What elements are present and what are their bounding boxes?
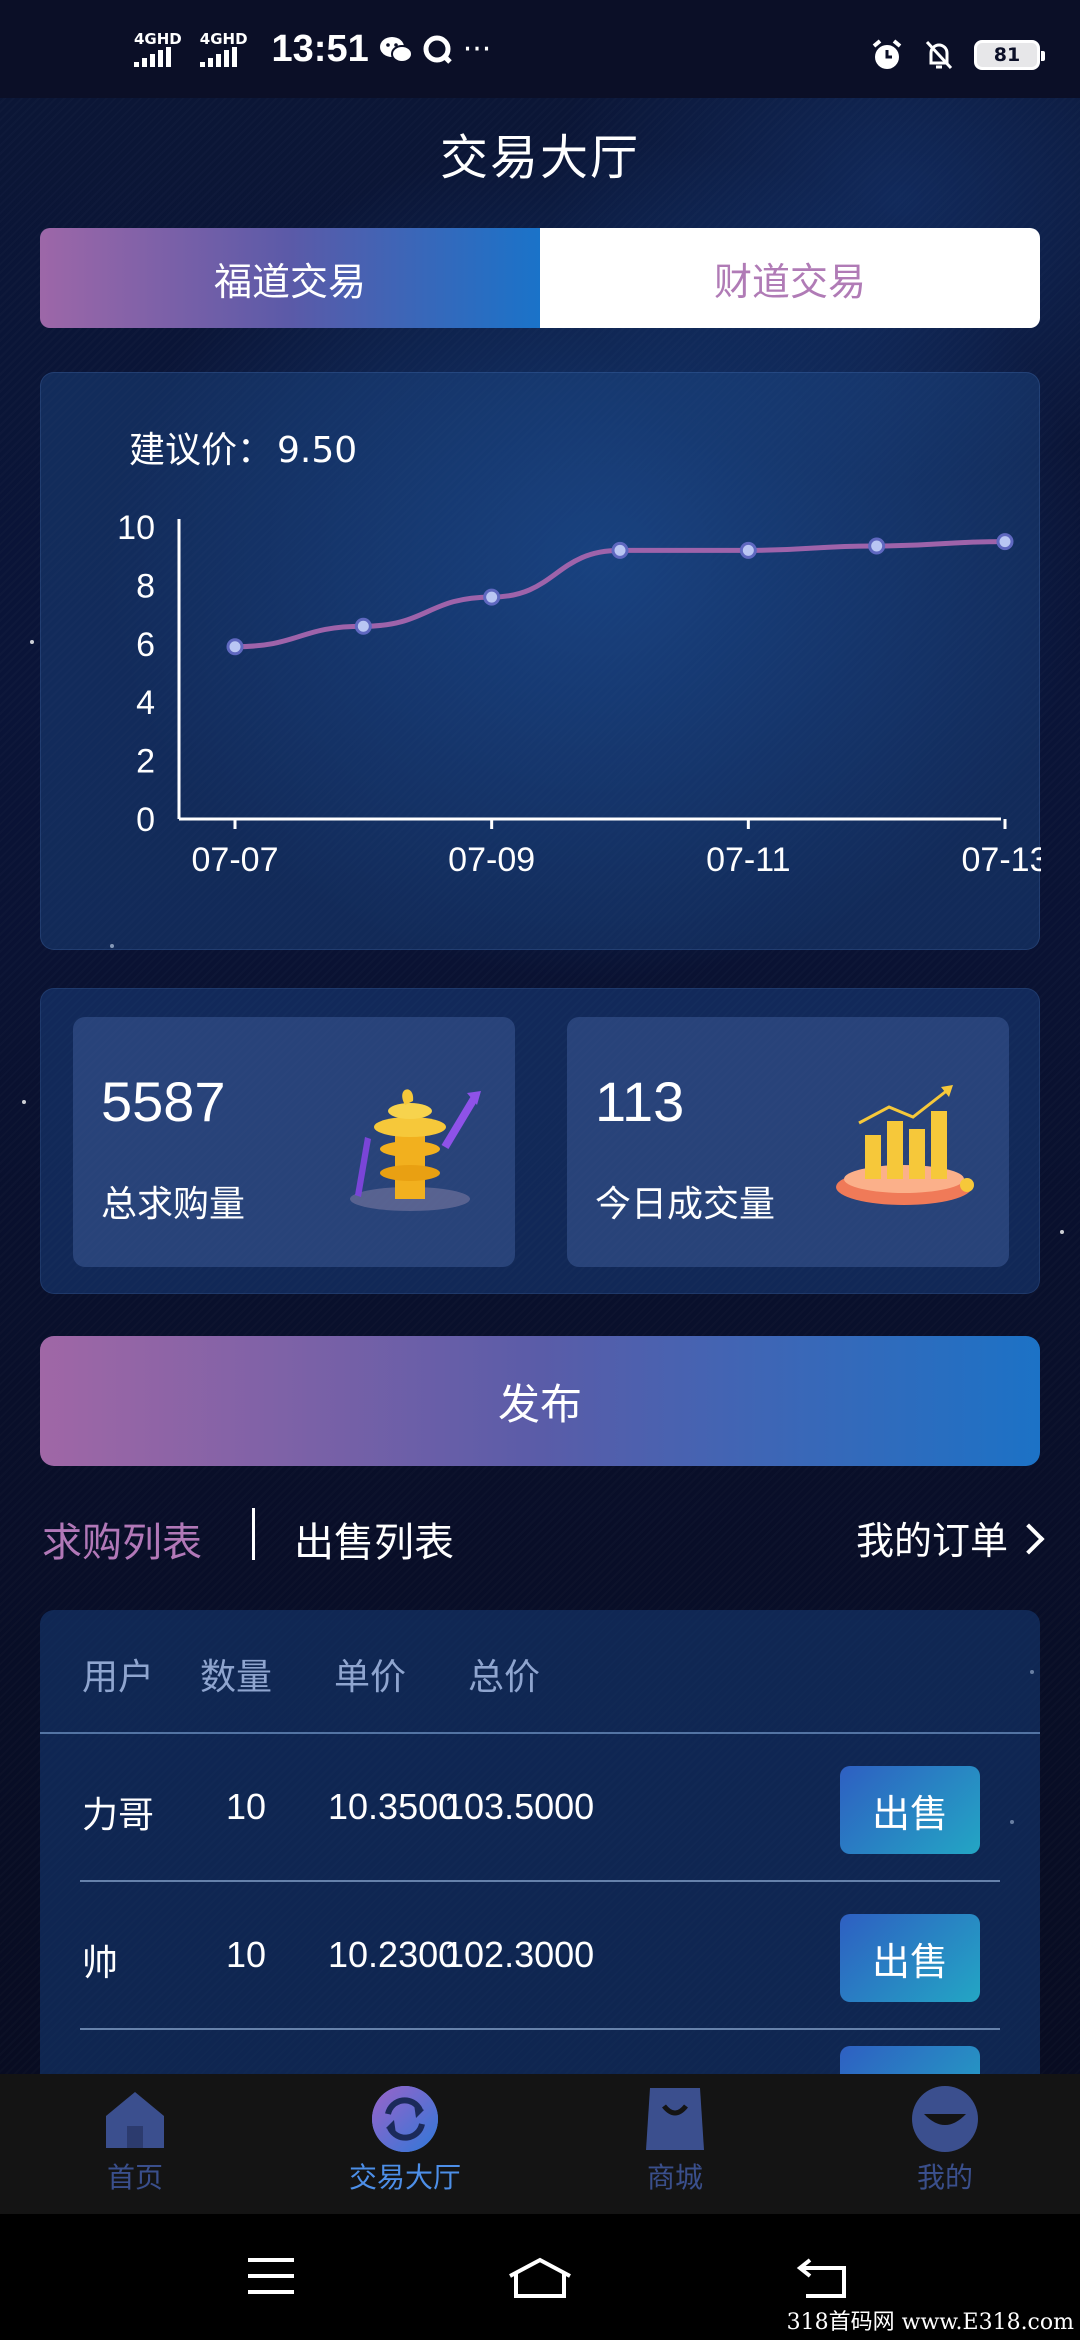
stat-total-buy: 5587 总求购量 (73, 1017, 515, 1267)
stat-total-buy-value: 5587 (101, 1070, 226, 1133)
stat-today-volume-value: 113 (595, 1070, 685, 1133)
data-point (868, 537, 886, 555)
system-nav-bar: 318首码网 www.E318.com (0, 2214, 1080, 2340)
row-unit-price: 10.3500 (328, 1786, 459, 1827)
alarm-icon (872, 39, 902, 69)
coin-tower-illustration-icon (350, 1089, 481, 1211)
table-row (40, 2030, 1040, 2080)
tab-caidao-trade[interactable]: 财道交易 (540, 228, 1040, 328)
price-chart-card: 建议价： 9.50 0 2 4 6 8 10 07-07 07-09 07-11 07-13 (40, 372, 1041, 950)
mute-bell-icon (925, 40, 953, 70)
publish-button[interactable]: 发布 (40, 1336, 1040, 1466)
data-point (739, 541, 757, 559)
nav-label-mine: 我的 (916, 2161, 973, 2194)
row-quantity: 10 (226, 1786, 267, 1827)
data-point (996, 533, 1014, 551)
column-unit-price: 单价 (334, 1657, 407, 1698)
home-gesture-icon[interactable] (506, 2256, 574, 2300)
status-bar: 4GHD 4GHD 13:51 ··· 81 (0, 0, 1080, 98)
profile-smile-icon (912, 2086, 978, 2152)
battery-indicator: 81 (974, 40, 1045, 70)
order-table: 用户 数量 单价 总价 力哥 10 10.3500 103.5000 出售 帅 … (40, 1610, 1040, 2080)
exchange-icon (372, 2086, 438, 2152)
data-point (483, 588, 501, 606)
clock: 13:51 (271, 28, 369, 70)
bar-growth-illustration-icon (836, 1085, 974, 1205)
sell-button[interactable]: 出售 (840, 1766, 980, 1854)
trade-type-segment: 福道交易 财道交易 (40, 228, 1040, 328)
qq-icon (423, 35, 452, 64)
data-point (611, 541, 629, 559)
watermark: 318首码网 www.E318.com (786, 2310, 1074, 2335)
tab-fudao-trade[interactable]: 福道交易 (40, 228, 540, 328)
row-total-price: 102.3000 (444, 1934, 595, 1975)
table-header: 用户 数量 单价 总价 (40, 1610, 1040, 1734)
y-tick-label: 10 (117, 509, 155, 547)
x-tick-label: 07-11 (706, 841, 790, 879)
nav-item-mine[interactable]: 我的 (810, 2074, 1080, 2214)
nav-label-trade-hall: 交易大厅 (348, 2161, 461, 2194)
column-quantity: 数量 (200, 1657, 273, 1698)
y-tick-label: 8 (136, 567, 155, 605)
x-tick-label: 07-13 (962, 841, 1041, 879)
more-notifications-icon: ··· (462, 32, 492, 67)
my-orders-link[interactable]: 我的订单 (855, 1510, 1045, 1565)
row-quantity: 10 (226, 1934, 267, 1975)
nav-item-trade-hall[interactable]: 交易大厅 (270, 2074, 540, 2214)
back-icon[interactable] (796, 2256, 850, 2300)
sparkle (22, 1100, 26, 1104)
y-tick-label: 4 (136, 684, 155, 722)
sell-button[interactable]: 出售 (840, 1914, 980, 2002)
data-point (226, 638, 244, 656)
stat-today-volume-label: 今日成交量 (595, 1184, 776, 1225)
signal-indicator: 4GHD (134, 32, 182, 67)
chevron-right-icon (1013, 1522, 1045, 1555)
column-total-price: 总价 (468, 1657, 541, 1698)
x-tick-label: 07-07 (192, 841, 279, 879)
stat-today-volume: 113 今日成交量 (567, 1017, 1009, 1267)
y-tick-label: 6 (136, 626, 155, 664)
list-tabs: 求购列表 出售列表 我的订单 (40, 1500, 1045, 1572)
tab-divider (252, 1508, 255, 1560)
y-tick-label: 2 (136, 743, 155, 781)
table-row: 力哥 10 10.3500 103.5000 出售 (40, 1734, 1040, 1882)
wechat-icon (379, 36, 413, 63)
y-tick-label: 0 (136, 801, 155, 839)
nav-label-shop: 商城 (646, 2161, 703, 2194)
sparkle (1060, 1230, 1064, 1234)
nav-label-home: 首页 (106, 2161, 163, 2194)
menu-icon[interactable] (246, 2256, 296, 2296)
tab-sell-list[interactable]: 出售列表 (294, 1510, 454, 1568)
price-line-chart: 0 2 4 6 8 10 07-07 07-09 07-11 07-13 (117, 509, 1041, 879)
tab-buy-list[interactable]: 求购列表 (42, 1510, 202, 1568)
stat-total-buy-label: 总求购量 (101, 1184, 246, 1225)
row-unit-price: 10.2300 (328, 1934, 459, 1975)
stats-card: 5587 总求购量 113 今日成交量 (40, 988, 1040, 1294)
home-icon (106, 2092, 164, 2148)
column-user: 用户 (82, 1657, 155, 1698)
data-point (354, 617, 372, 635)
signal-indicator-2: 4GHD (199, 32, 248, 67)
row-user: 帅 (82, 1943, 119, 1984)
row-total-price: 103.5000 (444, 1786, 595, 1827)
nav-item-home[interactable]: 首页 (0, 2074, 270, 2214)
row-user: 力哥 (82, 1795, 155, 1836)
table-row: 帅 10 10.2300 102.3000 出售 (40, 1882, 1040, 2030)
my-orders-label: 我的订单 (855, 1519, 1008, 1563)
sparkle (30, 640, 34, 644)
nav-item-shop[interactable]: 商城 (540, 2074, 810, 2214)
bottom-nav: 首页 交易大厅 商城 我的 (0, 2074, 1080, 2214)
shop-bag-icon (646, 2088, 704, 2150)
x-tick-label: 07-09 (448, 841, 535, 879)
page-title: 交易大厅 (439, 130, 640, 186)
